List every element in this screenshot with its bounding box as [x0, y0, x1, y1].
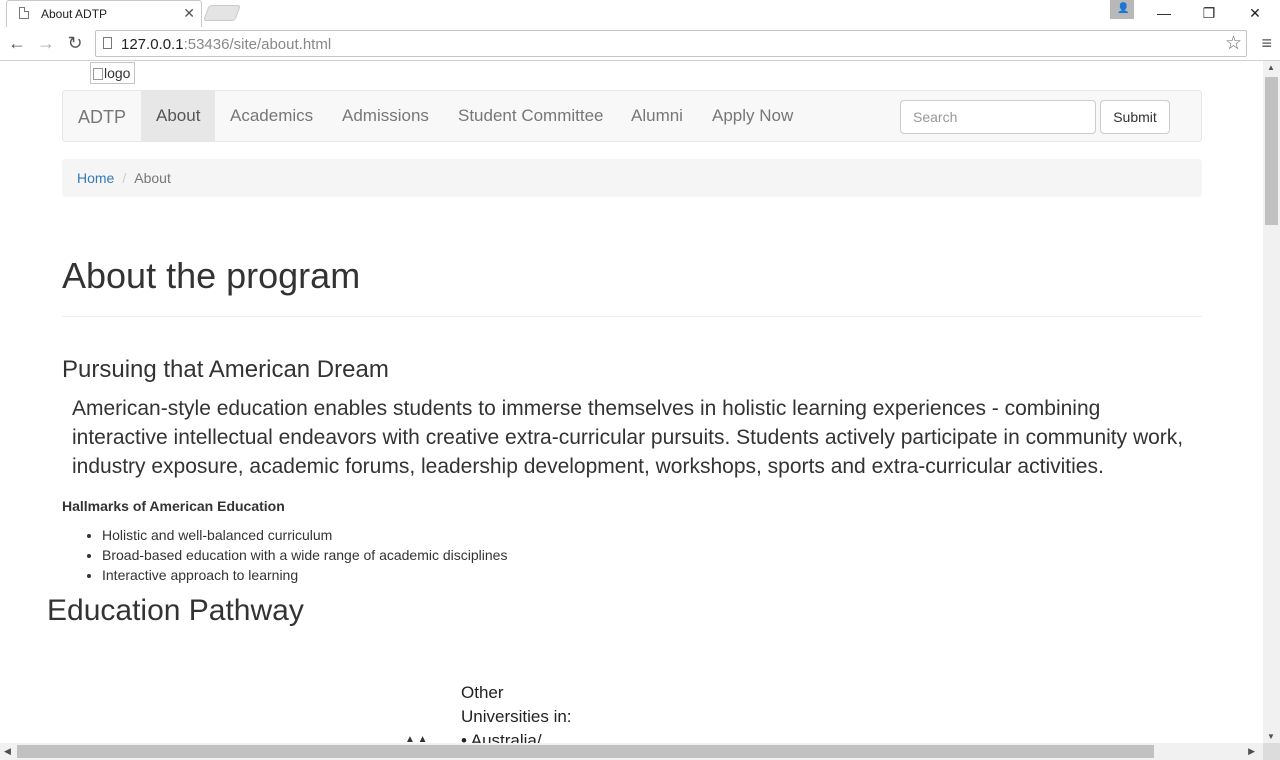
navbar-brand[interactable]: ADTP	[78, 107, 126, 128]
minimize-icon[interactable]: —	[1153, 4, 1175, 22]
nav-about[interactable]: About	[141, 91, 216, 141]
nav-academics[interactable]: Academics	[215, 91, 328, 141]
browser-tab[interactable]: About ADTP ✕	[6, 0, 202, 27]
breadcrumb-separator: /	[122, 170, 127, 186]
star-icon[interactable]: ☆	[1225, 32, 1242, 55]
tab-strip: About ADTP ✕ 👤 — ❐ ✕	[0, 0, 1280, 27]
hallmarks-heading: Hallmarks of American Education	[62, 498, 285, 514]
page-icon	[103, 37, 112, 49]
address-bar[interactable]: 127.0.0.1:53436/site/about.html ☆	[95, 30, 1247, 57]
diagram-text: Universities in:	[461, 707, 572, 726]
diagram-arrows-icon: ▲ ▲	[405, 734, 428, 743]
logo-image: logo	[90, 62, 135, 84]
page-viewport: logo ADTP About Academics Admissions Stu…	[0, 61, 1263, 743]
divider	[62, 316, 1202, 317]
nav-alumni[interactable]: Alumni	[616, 91, 698, 141]
profile-icon[interactable]: 👤	[1110, 0, 1134, 19]
scroll-left-icon[interactable]: ◀	[4, 746, 11, 757]
submit-button[interactable]: Submit	[1100, 100, 1170, 134]
url-text[interactable]: 127.0.0.1:53436/site/about.html	[121, 36, 331, 53]
window-close-icon[interactable]: ✕	[1244, 4, 1266, 22]
horizontal-scrollbar[interactable]: ◀ ▶	[0, 743, 1263, 760]
breadcrumb: Home / About	[62, 159, 1202, 197]
section-subtitle: Pursuing that American Dream	[62, 356, 389, 383]
hallmarks-list: Holistic and well-balanced curriculum Br…	[62, 525, 507, 585]
menu-icon[interactable]: ≡	[1261, 33, 1272, 54]
nav-admissions[interactable]: Admissions	[327, 91, 444, 141]
breadcrumb-current: About	[134, 170, 171, 186]
scroll-thumb[interactable]	[17, 745, 1154, 758]
pathway-diagram: Other Universities in: • Australia/	[461, 681, 572, 743]
close-icon[interactable]: ✕	[183, 5, 195, 21]
reload-icon[interactable]: ↻	[64, 33, 86, 53]
scroll-right-icon[interactable]: ▶	[1248, 746, 1255, 757]
list-item: Holistic and well-balanced curriculum	[102, 525, 507, 545]
page-icon	[19, 7, 29, 19]
pathway-heading: Education Pathway	[47, 594, 304, 627]
scroll-up-icon[interactable]: ▲	[1267, 63, 1275, 72]
page-title: About the program	[62, 255, 361, 296]
forward-arrow-icon[interactable]: →	[35, 33, 57, 53]
restore-icon[interactable]: ❐	[1198, 4, 1220, 22]
breadcrumb-home[interactable]: Home	[77, 170, 114, 186]
lead-paragraph: American-style education enables student…	[72, 397, 1184, 478]
list-item: Interactive approach to learning	[102, 565, 507, 585]
list-item: Broad-based education with a wide range …	[102, 545, 507, 565]
scrollbar-corner	[1263, 743, 1280, 760]
new-tab-button[interactable]	[203, 5, 241, 21]
search-input[interactable]	[900, 100, 1096, 134]
vertical-scrollbar[interactable]: ▲ ▼	[1263, 61, 1280, 743]
diagram-text: • Australia/	[461, 731, 542, 743]
browser-toolbar: ← → ↻ 127.0.0.1:53436/site/about.html ☆ …	[0, 27, 1280, 61]
nav-apply-now[interactable]: Apply Now	[697, 91, 808, 141]
tab-title: About ADTP	[41, 7, 108, 21]
scroll-down-icon[interactable]: ▼	[1267, 732, 1275, 741]
nav-student-committee[interactable]: Student Committee	[443, 91, 619, 141]
scroll-thumb[interactable]	[1265, 77, 1278, 225]
back-arrow-icon[interactable]: ←	[6, 33, 28, 53]
diagram-text: Other	[461, 683, 504, 702]
navbar: ADTP About Academics Admissions Student …	[62, 90, 1202, 142]
